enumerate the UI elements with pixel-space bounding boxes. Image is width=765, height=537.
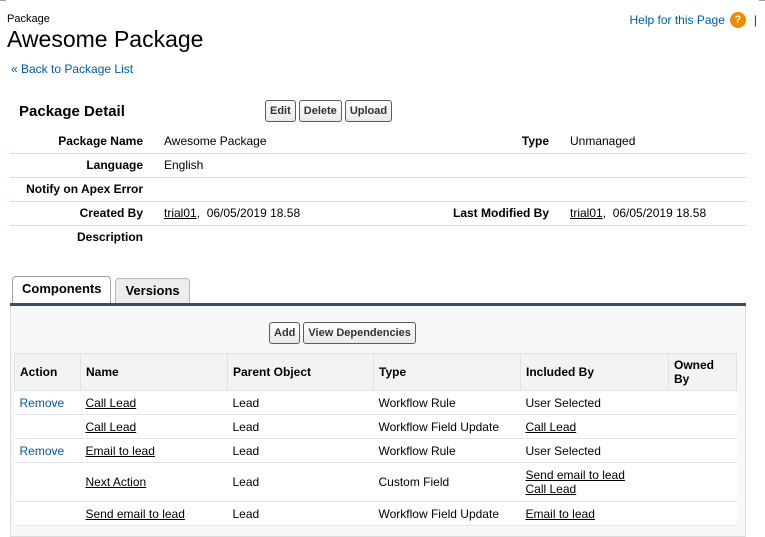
- column-header-parent-object[interactable]: Parent Object: [227, 353, 374, 391]
- included-by-link[interactable]: Send email to lead: [526, 468, 625, 482]
- window-corner-left: [0, 0, 6, 1]
- add-button[interactable]: Add: [269, 322, 301, 344]
- name-cell: Send email to lead: [80, 501, 228, 526]
- type-cell: Workflow Rule: [373, 438, 521, 463]
- last-modified-date: , 06/05/2019 18.58: [602, 206, 707, 220]
- column-header-action[interactable]: Action: [14, 353, 81, 391]
- page-type-label: Package: [7, 13, 50, 25]
- tab-versions[interactable]: Versions: [115, 278, 190, 304]
- included-by-link[interactable]: Email to lead: [526, 507, 595, 521]
- type-cell: Workflow Field Update: [373, 414, 521, 439]
- detail-button-group: Edit Delete Upload: [265, 100, 393, 122]
- component-name-link[interactable]: Next Action: [86, 475, 147, 489]
- table-row: Remove Email to lead Lead Workflow Rule …: [14, 438, 737, 463]
- action-cell: Remove: [14, 438, 81, 463]
- view-dependencies-button[interactable]: View Dependencies: [303, 322, 416, 344]
- help-separator: |: [753, 13, 757, 27]
- owned-by-cell: [668, 414, 737, 439]
- components-button-group: Add View Dependencies: [269, 322, 416, 344]
- included-by-link[interactable]: Call Lead: [526, 420, 577, 434]
- detail-row-notify: Notify on Apex Error: [10, 178, 746, 202]
- last-modified-by-label: Last Modified By: [452, 206, 549, 220]
- owned-by-cell: [668, 390, 737, 415]
- components-table: Action Name Parent Object Type Included …: [14, 353, 737, 526]
- type-cell: Workflow Field Update: [373, 501, 521, 526]
- included-by-cell: Email to lead: [520, 501, 669, 526]
- edit-button[interactable]: Edit: [265, 100, 296, 122]
- description-label: Description: [76, 230, 143, 244]
- created-by-date: , 06/05/2019 18.58: [196, 206, 301, 220]
- owned-by-cell: [668, 462, 737, 502]
- help-link[interactable]: Help for this Page: [629, 13, 724, 27]
- parent-object-cell: Lead: [227, 390, 374, 415]
- action-cell: Remove: [14, 390, 81, 415]
- component-name-link[interactable]: Send email to lead: [86, 507, 185, 521]
- created-by-user-link[interactable]: trial01: [164, 206, 197, 220]
- component-name-link[interactable]: Email to lead: [86, 444, 155, 458]
- language-label: Language: [86, 158, 143, 172]
- action-cell: [14, 501, 81, 526]
- name-cell: Next Action: [80, 462, 228, 502]
- name-cell: Call Lead: [80, 414, 228, 439]
- notify-on-apex-error-label: Notify on Apex Error: [26, 182, 143, 196]
- action-cell: [14, 462, 81, 502]
- component-name-link[interactable]: Call Lead: [86, 396, 137, 410]
- package-detail-title: Package Detail: [19, 103, 125, 120]
- created-by-label: Created By: [79, 206, 143, 220]
- column-header-owned-by[interactable]: Owned By: [668, 353, 737, 391]
- page-title: Awesome Package: [7, 26, 204, 52]
- package-name-label: Package Name: [58, 134, 143, 148]
- language-value: English: [164, 158, 204, 172]
- detail-row-description: Description: [10, 226, 746, 249]
- detail-row-created-by: Created By trial01, 06/05/2019 18.58 Las…: [10, 202, 746, 226]
- name-cell: Call Lead: [80, 390, 228, 415]
- owned-by-cell: [668, 501, 737, 526]
- name-cell: Email to lead: [80, 438, 228, 463]
- column-header-type[interactable]: Type: [373, 353, 521, 391]
- help-icon[interactable]: ?: [729, 12, 746, 28]
- column-header-name[interactable]: Name: [80, 353, 228, 391]
- back-to-package-list-link[interactable]: « Back to Package List: [11, 62, 133, 76]
- parent-object-cell: Lead: [227, 438, 374, 463]
- type-cell: Custom Field: [373, 462, 521, 502]
- owned-by-cell: [668, 438, 737, 463]
- type-cell: Workflow Rule: [373, 390, 521, 415]
- window-corner-right: [759, 0, 765, 1]
- included-by-cell: Send email to lead Call Lead: [520, 462, 669, 502]
- component-name-link[interactable]: Call Lead: [86, 420, 137, 434]
- detail-row-language: Language English: [10, 154, 746, 178]
- included-by-cell: User Selected: [520, 390, 669, 415]
- created-by-value: trial01, 06/05/2019 18.58: [164, 206, 300, 220]
- table-row: Call Lead Lead Workflow Field Update Cal…: [14, 414, 737, 439]
- package-name-value: Awesome Package: [164, 134, 267, 148]
- included-by-link[interactable]: Call Lead: [526, 482, 577, 496]
- detail-row-package-name: Package Name Awesome Package Type Unmana…: [10, 130, 746, 154]
- table-row: Remove Call Lead Lead Workflow Rule User…: [14, 390, 737, 415]
- tab-components[interactable]: Components: [12, 276, 112, 304]
- parent-object-cell: Lead: [227, 414, 374, 439]
- last-modified-user-link[interactable]: trial01: [570, 206, 603, 220]
- tab-bar: Components Versions: [12, 276, 194, 304]
- table-header-row: Action Name Parent Object Type Included …: [14, 353, 737, 391]
- included-by-cell: Call Lead: [520, 414, 669, 439]
- included-by-cell: User Selected: [520, 438, 669, 463]
- package-detail-grid: Package Name Awesome Package Type Unmana…: [10, 130, 746, 249]
- help-area: Help for this Page ? |: [629, 12, 757, 28]
- type-label: Type: [521, 134, 549, 148]
- type-value: Unmanaged: [570, 134, 636, 148]
- table-row: Next Action Lead Custom Field Send email…: [14, 462, 737, 502]
- column-header-included-by[interactable]: Included By: [520, 353, 669, 391]
- remove-link[interactable]: Remove: [20, 396, 65, 410]
- table-row: Send email to lead Lead Workflow Field U…: [14, 501, 737, 526]
- parent-object-cell: Lead: [227, 462, 374, 502]
- last-modified-by-value: trial01, 06/05/2019 18.58: [570, 206, 706, 220]
- remove-link[interactable]: Remove: [20, 444, 65, 458]
- action-cell: [14, 414, 81, 439]
- parent-object-cell: Lead: [227, 501, 374, 526]
- delete-button[interactable]: Delete: [298, 100, 342, 122]
- upload-button[interactable]: Upload: [344, 100, 393, 122]
